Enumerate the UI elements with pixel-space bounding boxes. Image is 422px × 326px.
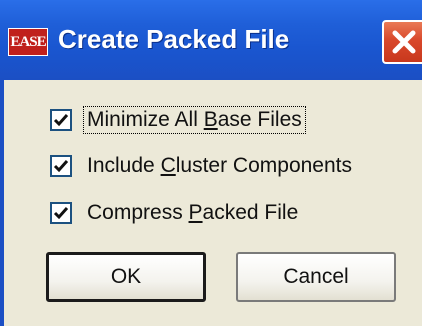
minimize-base-files-label: Minimize All Base Files: [83, 106, 306, 134]
ease-logo-icon: EASE: [8, 28, 48, 56]
include-cluster-components-checkbox[interactable]: [50, 155, 72, 177]
minimize-base-files-checkbox[interactable]: [50, 109, 72, 131]
option-compress-packed-file[interactable]: Compress Packed File: [50, 198, 301, 228]
window-title: Create Packed File: [58, 24, 290, 54]
ok-button[interactable]: OK: [46, 252, 206, 302]
close-icon: [392, 30, 416, 54]
dialog-window: EASE Create Packed File Minimize All Bas…: [0, 0, 422, 326]
include-cluster-components-label: Include Cluster Components: [87, 154, 352, 177]
close-button[interactable]: [382, 20, 422, 64]
option-minimize-base-files[interactable]: Minimize All Base Files: [50, 105, 306, 135]
option-include-cluster-components[interactable]: Include Cluster Components: [50, 151, 355, 181]
ok-button-label: OK: [110, 265, 142, 288]
app-icon-text: EASE: [10, 33, 46, 50]
compress-packed-file-checkbox[interactable]: [50, 202, 72, 224]
compress-packed-file-label: Compress Packed File: [87, 201, 299, 224]
checkmark-icon: [53, 114, 69, 127]
checkmark-icon: [53, 160, 69, 173]
title-bar[interactable]: EASE Create Packed File: [0, 0, 422, 80]
checkmark-icon: [53, 207, 69, 220]
cancel-button-label: Cancel: [283, 265, 349, 288]
cancel-button[interactable]: Cancel: [236, 252, 396, 302]
